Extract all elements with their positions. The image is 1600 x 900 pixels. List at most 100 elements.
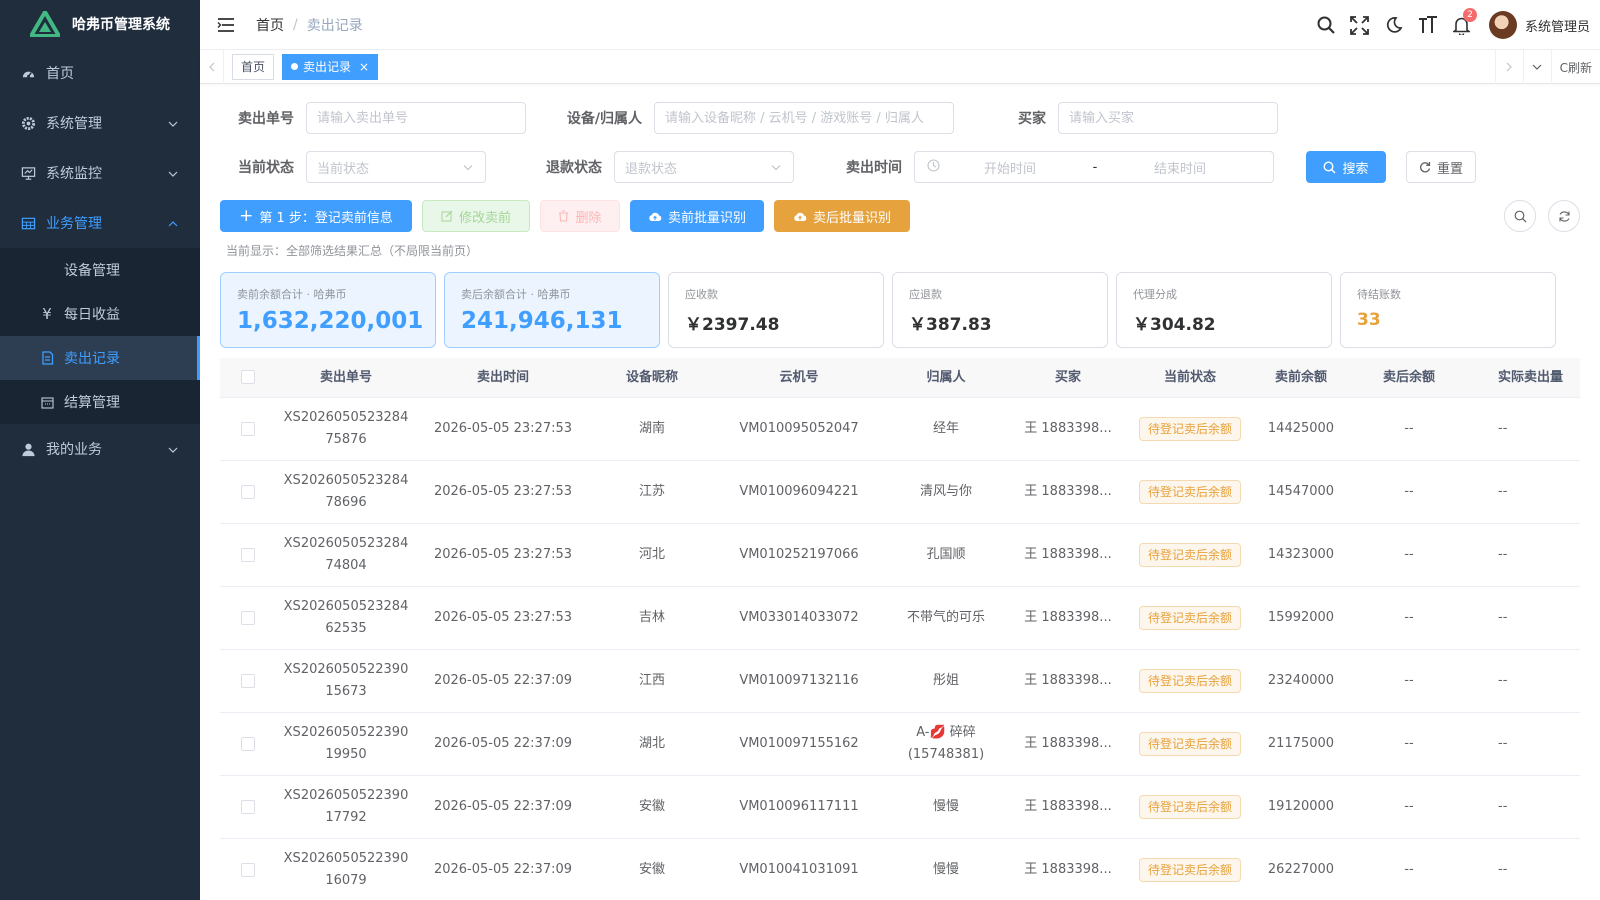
device-owner-input[interactable] bbox=[654, 102, 954, 134]
owner-name: 慢慢 bbox=[932, 799, 959, 814]
chevron-right-icon[interactable] bbox=[1494, 50, 1523, 84]
status-badge: 待登记卖后余额 bbox=[1138, 795, 1241, 819]
row-checkbox[interactable] bbox=[220, 607, 276, 629]
sidebar-item-daily-income[interactable]: ¥ 每日收益 bbox=[0, 292, 200, 336]
table-row[interactable]: XS2026050522390 15673 2026-05-05 22:37:09 江… bbox=[220, 650, 1580, 713]
edit-before-button[interactable]: 修改卖前 bbox=[422, 200, 530, 232]
table-row[interactable]: XS2026050523284 62535 2026-05-05 23:27:53 吉… bbox=[220, 587, 1580, 650]
row-checkbox[interactable] bbox=[220, 733, 276, 755]
column-header: 买家 bbox=[1054, 369, 1081, 385]
row-checkbox[interactable] bbox=[220, 418, 276, 440]
delete-button[interactable]: 删除 bbox=[540, 200, 620, 232]
cell-actual-sold: -- bbox=[1498, 673, 1508, 688]
row-checkbox[interactable] bbox=[220, 481, 276, 503]
grid-icon bbox=[20, 215, 36, 231]
cell-balance-after: -- bbox=[1404, 673, 1414, 688]
status-badge: 待登记卖后余额 bbox=[1138, 858, 1241, 882]
sidebar-item-settlement[interactable]: 结算管理 bbox=[0, 380, 200, 424]
avatar[interactable] bbox=[1488, 11, 1517, 39]
close-icon[interactable]: × bbox=[359, 55, 369, 79]
cell-sell-time: 2026-05-05 23:27:53 bbox=[433, 484, 573, 499]
refresh-icon bbox=[1420, 162, 1431, 173]
owner-name: 清风与你 bbox=[919, 484, 972, 499]
submenu-business: 设备管理 ¥ 每日收益 卖出记录 结算管理 bbox=[0, 248, 200, 424]
sidebar-item-system[interactable]: 系统管理 bbox=[0, 98, 200, 148]
sidebar-item-monitor[interactable]: 系统监控 bbox=[0, 148, 200, 198]
reset-button[interactable]: 重置 bbox=[1406, 151, 1476, 183]
username[interactable]: 系统管理员 bbox=[1525, 16, 1590, 35]
cell-device-name: 湖北 bbox=[638, 736, 665, 751]
edit-icon bbox=[441, 210, 453, 222]
tags-view: 首页 卖出记录 × C刷新 bbox=[200, 49, 1600, 84]
stat-value: ￥387.83 bbox=[909, 315, 992, 335]
table-row[interactable]: XS2026050522390 16079 2026-05-05 22:37:09 安… bbox=[220, 839, 1580, 900]
sidebar-item-sales-record[interactable]: 卖出记录 bbox=[0, 336, 200, 380]
fullscreen-icon[interactable] bbox=[1343, 0, 1377, 50]
table-row[interactable]: XS2026050522390 19950 2026-05-05 22:37:09 湖… bbox=[220, 713, 1580, 776]
stat-value: 33 bbox=[1357, 310, 1381, 330]
order-no-line1: XS2026050522390 bbox=[283, 662, 409, 677]
sidebar-item-label: 卖出记录 bbox=[64, 351, 120, 367]
chevron-left-icon[interactable] bbox=[200, 49, 224, 84]
sidebar-item-label: 设备管理 bbox=[64, 263, 120, 279]
batch-before-button[interactable]: 卖前批量识别 bbox=[630, 200, 764, 232]
cell-sell-time: 2026-05-05 23:27:53 bbox=[433, 610, 573, 625]
cell-buyer: 王 1883398... bbox=[1024, 547, 1112, 562]
cell-buyer: 王 1883398... bbox=[1024, 736, 1112, 751]
cell-status: 待登记卖后余额 bbox=[1128, 417, 1252, 441]
app-logo[interactable]: 哈弗币管理系统 bbox=[0, 0, 200, 48]
table-row[interactable]: XS2026050523284 75876 2026-05-05 23:27:53 湖… bbox=[220, 398, 1580, 461]
sidebar-item-home[interactable]: 首页 bbox=[0, 48, 200, 98]
cell-balance-before: 23240000 bbox=[1267, 673, 1335, 688]
hamburger-icon[interactable] bbox=[206, 0, 246, 50]
sidebar-item-my-business[interactable]: 我的业务 bbox=[0, 424, 200, 474]
sell-time-range[interactable]: 开始时间 - 结束时间 bbox=[914, 151, 1274, 183]
document-icon bbox=[40, 351, 54, 365]
status-placeholder: 当前状态 bbox=[317, 161, 370, 177]
font-size-icon[interactable] bbox=[1411, 0, 1445, 50]
chevron-down-icon[interactable] bbox=[1522, 50, 1551, 84]
order-no-line1: XS2026050523284 bbox=[283, 599, 409, 614]
bell-icon[interactable]: 2 bbox=[1445, 0, 1479, 50]
row-checkbox[interactable] bbox=[220, 859, 276, 881]
cell-cloud-id: VM010097155162 bbox=[739, 736, 859, 751]
step1-register-button[interactable]: + 第 1 步：登记卖前信息 bbox=[220, 200, 412, 232]
cell-cloud-id: VM010041031091 bbox=[739, 862, 859, 877]
sidebar-item-business[interactable]: 业务管理 bbox=[0, 198, 200, 248]
search-button[interactable]: 搜索 bbox=[1306, 151, 1386, 183]
select-all-checkbox[interactable] bbox=[220, 367, 276, 389]
refresh-table-button[interactable] bbox=[1548, 200, 1580, 232]
tag-sales-record[interactable]: 卖出记录 × bbox=[282, 53, 379, 80]
yen-icon: ¥ bbox=[42, 305, 52, 323]
refund-select[interactable]: 退款状态 bbox=[614, 151, 794, 183]
status-select[interactable]: 当前状态 bbox=[306, 151, 486, 183]
breadcrumb-home[interactable]: 首页 bbox=[256, 15, 284, 35]
cell-actual-sold: -- bbox=[1498, 421, 1508, 436]
step1-label: 第 1 步：登记卖前信息 bbox=[259, 210, 393, 226]
row-checkbox[interactable] bbox=[220, 796, 276, 818]
cell-status: 待登记卖后余额 bbox=[1128, 858, 1252, 882]
search-icon[interactable] bbox=[1309, 0, 1343, 50]
dark-mode-icon[interactable] bbox=[1377, 0, 1411, 50]
refresh-button[interactable]: C刷新 bbox=[1550, 50, 1600, 84]
row-checkbox[interactable] bbox=[220, 544, 276, 566]
toggle-search-button[interactable] bbox=[1504, 200, 1536, 232]
stat-card-receivable: 应收款 ￥2397.48 bbox=[668, 272, 884, 348]
batch-after-button[interactable]: 卖后批量识别 bbox=[774, 200, 910, 232]
buyer-input[interactable] bbox=[1058, 102, 1278, 134]
search-button-label: 搜索 bbox=[1342, 161, 1369, 177]
edit-before-label: 修改卖前 bbox=[458, 210, 511, 226]
order-no-input[interactable] bbox=[306, 102, 526, 134]
cell-cloud-id: VM033014033072 bbox=[739, 610, 859, 625]
header-actions: 2 系统管理员 bbox=[1309, 0, 1590, 50]
row-checkbox[interactable] bbox=[220, 670, 276, 692]
reset-button-label: 重置 bbox=[1436, 161, 1463, 177]
sidebar-item-device[interactable]: 设备管理 bbox=[0, 248, 200, 292]
tag-home[interactable]: 首页 bbox=[232, 53, 275, 80]
column-header: 实际卖出量 bbox=[1498, 369, 1564, 385]
table-row[interactable]: XS2026050523284 74804 2026-05-05 23:27:53 河… bbox=[220, 524, 1580, 587]
table-row[interactable]: XS2026050522390 17792 2026-05-05 22:37:09 安… bbox=[220, 776, 1580, 839]
table-row[interactable]: XS2026050523284 78696 2026-05-05 23:27:53 江… bbox=[220, 461, 1580, 524]
cell-status: 待登记卖后余额 bbox=[1128, 795, 1252, 819]
cell-balance-after: -- bbox=[1404, 547, 1414, 562]
